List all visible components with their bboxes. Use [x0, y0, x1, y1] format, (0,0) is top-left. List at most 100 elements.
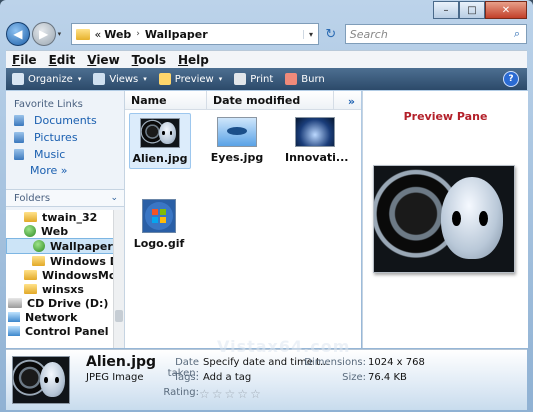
tree-label: twain_32: [42, 210, 98, 224]
column-date-modified[interactable]: Date modified: [207, 91, 334, 109]
star-icon[interactable]: ☆: [199, 387, 210, 401]
folders-toggle[interactable]: Folders ⌄: [6, 189, 124, 207]
tree-item-cd-drive-d-[interactable]: CD Drive (D:): [6, 296, 124, 310]
music-icon: [14, 148, 24, 160]
burn-button[interactable]: Burn: [279, 73, 330, 85]
file-item[interactable]: Logo.gif: [129, 195, 189, 250]
help-icon[interactable]: ?: [503, 71, 519, 87]
breadcrumb-separator-icon[interactable]: ›: [134, 29, 142, 39]
menu-view[interactable]: View: [81, 53, 125, 67]
forward-button[interactable]: ▶: [31, 22, 56, 46]
preview-button[interactable]: Preview ▾: [153, 73, 228, 85]
star-icon[interactable]: ☆: [225, 387, 236, 401]
tree-item-winsxs[interactable]: winsxs: [6, 282, 124, 296]
menu-accelerator: F: [12, 53, 21, 67]
maximize-button[interactable]: □: [459, 1, 485, 19]
tree-item-network[interactable]: Network: [6, 310, 124, 324]
favorite-link-pictures[interactable]: Pictures: [6, 127, 124, 144]
organize-button[interactable]: Organize ▾: [6, 73, 87, 85]
file-thumbnail: [142, 199, 176, 233]
more-link[interactable]: More »: [6, 161, 124, 177]
documents-icon: [14, 114, 24, 126]
tree-item-twain-32[interactable]: twain_32: [6, 210, 124, 224]
explorer-window: – □ ✕ ◀ ▶ ▾ « Web › Wallpaper ▾ ↻ Search…: [0, 0, 533, 412]
favorite-label: Music: [34, 147, 66, 161]
menu-accelerator: H: [178, 53, 189, 67]
organize-icon: [12, 73, 24, 85]
file-item[interactable]: Alien.jpg: [129, 113, 191, 169]
favorite-links-header: Favorite Links: [14, 99, 83, 110]
star-icon[interactable]: ☆: [250, 387, 261, 401]
refresh-icon[interactable]: ↻: [321, 24, 341, 44]
preview-icon: [158, 73, 171, 85]
search-input[interactable]: Search ⌕: [344, 24, 527, 44]
favorite-link-music[interactable]: Music: [6, 144, 124, 161]
more-chevron-icon: »: [60, 164, 68, 177]
tree-item-windowsmob[interactable]: WindowsMob: [6, 268, 124, 282]
print-button[interactable]: Print: [228, 73, 279, 85]
tree-label: Control Panel: [25, 324, 109, 338]
tree-item-windows-d[interactable]: Windows D: [6, 254, 124, 268]
command-bar: Organize ▾ Views ▾ Preview ▾ Print Burn?: [6, 68, 527, 90]
menu-tools[interactable]: Tools: [126, 53, 172, 67]
menu-edit[interactable]: Edit: [43, 53, 82, 67]
network-icon: [8, 312, 20, 322]
star-icon[interactable]: ☆: [237, 387, 248, 401]
views-button[interactable]: Views ▾: [87, 73, 152, 85]
search-icon[interactable]: ⌕: [508, 27, 526, 41]
folder-globe-icon: [33, 240, 45, 252]
scrollbar-thumb[interactable]: [115, 310, 123, 322]
file-thumbnail: [217, 117, 257, 147]
tree-label: winsxs: [42, 282, 84, 296]
breadcrumb-web[interactable]: Web: [101, 28, 134, 41]
menu-help[interactable]: Help: [172, 53, 215, 67]
file-item[interactable]: Innovati...: [285, 113, 349, 167]
back-button[interactable]: ◀: [6, 22, 30, 46]
rating-stars[interactable]: ☆ ☆ ☆ ☆ ☆: [199, 387, 261, 401]
favorite-label: Pictures: [34, 130, 78, 144]
address-dropdown-icon[interactable]: ▾: [302, 29, 318, 39]
caption-buttons: – □ ✕: [433, 1, 527, 19]
close-button[interactable]: ✕: [485, 1, 527, 19]
tree-scrollbar[interactable]: [113, 210, 124, 348]
preview-title: Preview Pane: [403, 110, 488, 123]
tags-value[interactable]: Add a tag: [203, 372, 251, 383]
folder-tree: twain_32 Web Wallpaper Windows D WindowsMob w…: [6, 210, 124, 348]
menu-accelerator: V: [87, 53, 97, 67]
breadcrumb-overflow[interactable]: «: [94, 28, 101, 41]
burn-icon: [285, 73, 298, 85]
tree-item-control-panel[interactable]: Control Panel: [6, 324, 124, 338]
menu-label: iew: [96, 53, 120, 67]
star-icon[interactable]: ☆: [212, 387, 223, 401]
address-bar[interactable]: « Web › Wallpaper ▾: [71, 23, 319, 45]
tree-item-wallpaper[interactable]: Wallpaper: [6, 238, 114, 254]
column-name[interactable]: Name: [125, 91, 207, 109]
folders-label: Folders: [14, 192, 51, 204]
navigation-bar: ◀ ▶ ▾ « Web › Wallpaper ▾ ↻ Search ⌕: [6, 20, 527, 48]
menu-label: dit: [56, 53, 76, 67]
folder-icon: [76, 28, 91, 40]
favorite-link-documents[interactable]: Documents: [6, 110, 124, 127]
file-item[interactable]: Eyes.jpg: [207, 113, 267, 167]
command-label: Burn: [301, 73, 325, 85]
tree-label: Wallpaper: [50, 239, 113, 253]
tree-label: Windows D: [50, 254, 119, 268]
pictures-icon: [14, 131, 24, 143]
menu-file[interactable]: File: [6, 53, 43, 67]
command-label: Views: [109, 73, 139, 85]
recent-pages-dropdown[interactable]: ▾: [58, 30, 68, 38]
folder-icon: [24, 270, 37, 280]
folder-globe-icon: [24, 225, 36, 237]
tree-label: CD Drive (D:): [27, 296, 109, 310]
details-file-type: JPEG Image: [86, 372, 144, 383]
more-columns-icon[interactable]: »: [342, 90, 361, 111]
minimize-button[interactable]: –: [433, 1, 459, 19]
control-panel-icon: [8, 326, 20, 336]
cd-drive-icon: [8, 298, 22, 308]
breadcrumb-wallpaper[interactable]: Wallpaper: [142, 28, 211, 41]
command-label: Preview: [174, 73, 214, 85]
tags-label: Tags:: [173, 372, 199, 383]
folder-icon: [24, 212, 37, 222]
tree-item-web[interactable]: Web: [6, 224, 124, 238]
file-name: Innovati...: [285, 151, 349, 164]
